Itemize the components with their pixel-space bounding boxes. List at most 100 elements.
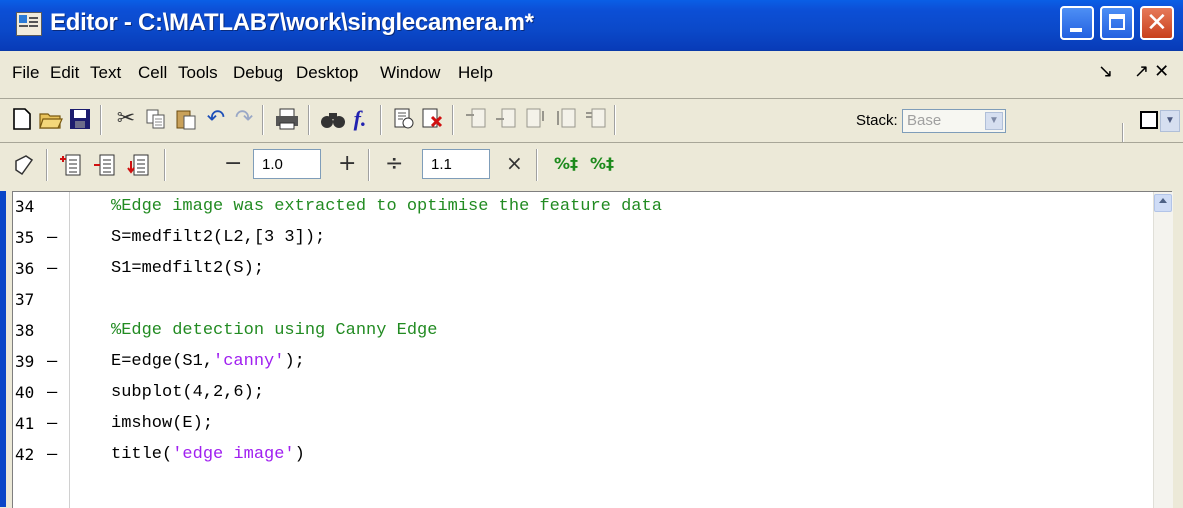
dock-close-icons[interactable]: ↗ ✕ (1134, 61, 1169, 82)
string-literal: 'canny' (213, 352, 285, 371)
code-line[interactable]: 42 – title('edge image') (13, 440, 1153, 471)
code-line[interactable]: 40 – subplot(4,2,6); (13, 378, 1153, 409)
open-file-icon[interactable] (38, 107, 63, 131)
code-text: E=edge(S1,'canny'); (111, 352, 305, 371)
stack-select[interactable]: Base ▼ (902, 109, 1006, 133)
menu-file[interactable]: File (12, 63, 39, 83)
toolbar-separator (164, 149, 166, 181)
insert-cell-divider-icon[interactable] (92, 153, 116, 177)
code-token: E=edge(S1, (111, 352, 214, 371)
layout-chevron-down-icon[interactable]: ▼ (1160, 110, 1180, 132)
code-line[interactable]: 37 (13, 285, 1153, 316)
stack-select-value: Base (907, 112, 942, 129)
line-number: 41 (15, 414, 35, 433)
breakpoint-marker[interactable]: – (47, 351, 57, 371)
menu-edit[interactable]: Edit (50, 63, 79, 83)
line-number: 36 (15, 259, 35, 278)
breakpoint-marker[interactable]: – (47, 444, 57, 464)
toolbar-separator (368, 149, 370, 181)
line-number: 34 (15, 197, 35, 216)
save-icon[interactable] (68, 107, 92, 131)
menu-tools[interactable]: Tools (178, 63, 218, 83)
exit-debug-icon[interactable] (584, 107, 608, 131)
eval-cell-icon[interactable] (12, 153, 36, 177)
comment-icon[interactable]: %‡ (554, 152, 578, 176)
undo-icon[interactable]: ↶ (204, 107, 228, 131)
code-line[interactable]: 36 – S1=medfilt2(S); (13, 254, 1153, 285)
window-title: Editor - C:\MATLAB7\work\singlecamera.m* (50, 9, 534, 36)
step-in-icon[interactable] (494, 107, 518, 131)
maximize-icon (1109, 14, 1125, 30)
chevron-up-icon (1159, 198, 1167, 203)
line-number: 35 (15, 228, 35, 247)
find-icon[interactable] (320, 107, 345, 131)
uncomment-icon[interactable]: %‡ (590, 152, 614, 176)
code-text: subplot(4,2,6); (111, 383, 265, 402)
chevron-down-icon: ▼ (985, 112, 1003, 130)
line-number: 37 (15, 290, 35, 309)
minimize-icon (1070, 28, 1082, 32)
insert-cell-divider-icon[interactable] (126, 153, 150, 177)
breakpoint-marker[interactable]: – (47, 227, 57, 247)
cut-icon[interactable]: ✂ (114, 107, 138, 131)
code-line[interactable]: 41 – imshow(E); (13, 409, 1153, 440)
maximize-button[interactable] (1100, 6, 1134, 40)
step-icon[interactable] (464, 107, 488, 131)
new-file-icon[interactable] (10, 107, 34, 131)
menu-cell[interactable]: Cell (138, 63, 167, 83)
decrement-button[interactable]: − (224, 151, 242, 176)
menu-window[interactable]: Window (380, 63, 440, 83)
toolbar-separator (380, 105, 382, 135)
divide-value-input[interactable]: 1.1 (422, 149, 490, 179)
menu-debug[interactable]: Debug (233, 63, 283, 83)
breakpoint-marker[interactable]: – (47, 413, 57, 433)
minimize-button[interactable] (1060, 6, 1094, 40)
print-icon[interactable] (274, 107, 298, 131)
breakpoint-marker[interactable]: – (47, 258, 57, 278)
menu-help[interactable]: Help (458, 63, 493, 83)
redo-icon[interactable]: ↷ (232, 107, 256, 131)
line-number: 42 (15, 445, 35, 464)
code-token: title( (111, 445, 173, 464)
copy-icon[interactable] (144, 107, 168, 131)
clear-breakpoints-icon[interactable] (420, 107, 444, 131)
increment-button[interactable]: + (338, 151, 356, 176)
window-border (0, 191, 6, 507)
insert-cell-divider-icon[interactable] (58, 153, 82, 177)
undock-icon[interactable]: ↘ (1098, 61, 1113, 82)
code-editor[interactable]: 34 %Edge image was extracted to optimise… (12, 191, 1173, 508)
code-text: title('edge image') (111, 445, 305, 464)
continue-icon[interactable] (554, 107, 578, 131)
toolbar-separator (452, 105, 454, 135)
menu-text[interactable]: Text (90, 63, 121, 83)
string-literal: 'edge image' (172, 445, 295, 464)
code-line[interactable]: 34 %Edge image was extracted to optimise… (13, 192, 1153, 223)
code-text: S=medfilt2(L2,[3 3]); (111, 228, 326, 247)
layout-icon[interactable] (1140, 111, 1158, 129)
code-line[interactable]: 38 %Edge detection using Canny Edge (13, 316, 1153, 347)
toolbar-separator (262, 105, 264, 135)
title-bar[interactable]: Editor - C:\MATLAB7\work\singlecamera.m*… (0, 0, 1183, 51)
breakpoint-marker[interactable]: – (47, 382, 57, 402)
divide-button[interactable]: ÷ (385, 151, 403, 176)
decrement-value-input[interactable]: 1.0 (253, 149, 321, 179)
code-token: ) (294, 445, 305, 464)
set-breakpoint-icon[interactable] (392, 107, 416, 131)
toolbar-separator (100, 105, 102, 135)
code-line[interactable]: 35 – S=medfilt2(L2,[3 3]); (13, 223, 1153, 254)
close-button[interactable]: ✕ (1140, 6, 1174, 40)
function-icon[interactable]: f. (348, 107, 372, 131)
paste-icon[interactable] (174, 107, 198, 131)
step-out-icon[interactable] (524, 107, 548, 131)
editor-app-icon[interactable] (16, 12, 42, 36)
toolbar-separator (614, 105, 616, 135)
scroll-up-button[interactable] (1154, 194, 1172, 212)
menu-desktop[interactable]: Desktop (296, 63, 358, 83)
toolbar-separator (46, 149, 48, 181)
multiply-button[interactable]: × (506, 151, 523, 175)
code-text: S1=medfilt2(S); (111, 259, 265, 278)
editor-window: Editor - C:\MATLAB7\work\singlecamera.m*… (0, 0, 1183, 508)
code-line[interactable]: 39 – E=edge(S1,'canny'); (13, 347, 1153, 378)
vertical-scrollbar[interactable] (1153, 192, 1173, 508)
close-icon: ✕ (1146, 8, 1168, 38)
